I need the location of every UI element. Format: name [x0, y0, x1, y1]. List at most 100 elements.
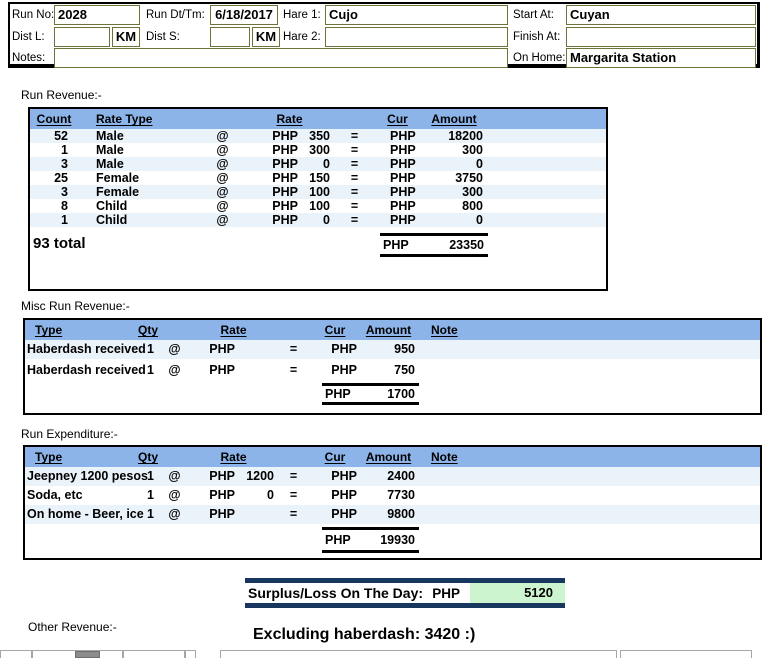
cell-count[interactable]: 25 — [30, 171, 78, 185]
cell-rate[interactable]: 0 — [237, 486, 277, 505]
cell-amount[interactable]: 2400 — [360, 467, 417, 486]
at-symbol: @ — [159, 340, 190, 359]
cell-cur[interactable]: PHP — [310, 359, 360, 381]
cell-rate-cur[interactable]: PHP — [190, 486, 237, 505]
hare1-field[interactable]: Cujo — [325, 5, 508, 25]
cell-qty[interactable]: 1 — [137, 486, 159, 505]
cell-rate-cur[interactable]: PHP — [190, 340, 237, 359]
cell-rate-type[interactable]: Male — [78, 129, 200, 143]
cell-rate[interactable]: 350 — [300, 129, 334, 143]
surplus-cur: PHP — [432, 586, 460, 601]
cell-count[interactable]: 3 — [30, 157, 78, 171]
surplus-label: Surplus/Loss On The Day: — [245, 585, 423, 601]
cell-rate-cur[interactable]: PHP — [245, 185, 300, 199]
cell-rate-cur[interactable]: PHP — [190, 467, 237, 486]
cell-amount[interactable]: 7730 — [360, 486, 417, 505]
dist-l-field[interactable] — [54, 27, 110, 47]
run-dt-field[interactable]: 6/18/2017 — [210, 5, 278, 25]
cell-count[interactable]: 1 — [30, 213, 78, 227]
total-amount[interactable]: 23350 — [449, 238, 484, 252]
cell-type[interactable]: Soda, etc — [25, 486, 137, 505]
cell-rate[interactable]: 150 — [300, 171, 334, 185]
dist-s-field[interactable] — [210, 27, 250, 47]
cell-count[interactable]: 3 — [30, 185, 78, 199]
cell-rate[interactable]: 100 — [300, 199, 334, 213]
cell-cur[interactable]: PHP — [310, 340, 360, 359]
cell-rate[interactable]: 0 — [300, 213, 334, 227]
cell-qty[interactable]: 1 — [137, 359, 159, 381]
at-symbol: @ — [200, 213, 245, 227]
cell-count[interactable]: 1 — [30, 143, 78, 157]
cell-amount[interactable]: 9800 — [360, 505, 417, 524]
cell-type[interactable]: Jeepney 1200 pesos — [25, 467, 137, 486]
cell-cur[interactable]: PHP — [375, 199, 420, 213]
surplus-amount[interactable]: 5120 — [470, 583, 565, 603]
cell-count[interactable]: 52 — [30, 129, 78, 143]
cell-rate-type[interactable]: Female — [78, 185, 200, 199]
cell-amount[interactable]: 0 — [420, 157, 488, 171]
cell-rate-cur[interactable]: PHP — [245, 143, 300, 157]
cell-rate-cur[interactable]: PHP — [245, 213, 300, 227]
cell-amount[interactable]: 800 — [420, 199, 488, 213]
km-unit-1: KM — [112, 27, 140, 47]
cell-rate[interactable]: 100 — [300, 185, 334, 199]
cell-rate-cur[interactable]: PHP — [245, 157, 300, 171]
cell-amount[interactable]: 750 — [360, 359, 417, 381]
misc-revenue-grand-total: PHP 1700 — [322, 383, 419, 405]
cell-cur[interactable]: PHP — [375, 143, 420, 157]
cell-cur[interactable]: PHP — [375, 185, 420, 199]
cell-amount[interactable]: 950 — [360, 340, 417, 359]
cell-amount[interactable]: 300 — [420, 185, 488, 199]
run-no-field[interactable]: 2028 — [54, 5, 140, 25]
hare2-field[interactable] — [325, 27, 508, 47]
cell-rate-cur[interactable]: PHP — [190, 505, 237, 524]
cell-rate[interactable]: 300 — [300, 143, 334, 157]
cell-rate-cur[interactable]: PHP — [245, 199, 300, 213]
cell-rate-cur[interactable]: PHP — [245, 129, 300, 143]
cell-cur[interactable]: PHP — [375, 213, 420, 227]
finish-at-field[interactable] — [566, 27, 756, 47]
total-amount[interactable]: 19930 — [380, 533, 415, 547]
cell-cur[interactable]: PHP — [310, 467, 360, 486]
notes-field[interactable] — [54, 48, 508, 68]
cell-qty[interactable]: 1 — [137, 505, 159, 524]
grid-cell[interactable] — [220, 650, 617, 658]
start-at-field[interactable]: Cuyan — [566, 5, 756, 25]
cell-rate-cur[interactable]: PHP — [245, 171, 300, 185]
cell-amount[interactable]: 3750 — [420, 171, 488, 185]
cell-cur[interactable]: PHP — [375, 129, 420, 143]
cell-cur[interactable]: PHP — [310, 486, 360, 505]
cell-rate-cur[interactable]: PHP — [190, 359, 237, 381]
cell-qty[interactable]: 1 — [137, 467, 159, 486]
cell-cur[interactable]: PHP — [310, 505, 360, 524]
cell-amount[interactable]: 18200 — [420, 129, 488, 143]
cell-cur[interactable]: PHP — [375, 171, 420, 185]
cell-rate[interactable]: 1200 — [237, 467, 277, 486]
cell-qty[interactable]: 1 — [137, 340, 159, 359]
cell-rate-type[interactable]: Child — [78, 199, 200, 213]
cell-rate-type[interactable]: Male — [78, 157, 200, 171]
grid-cell-filled[interactable] — [75, 651, 100, 658]
cell-type[interactable]: On home - Beer, ice — [25, 505, 137, 524]
grid-cell[interactable] — [0, 650, 32, 658]
cell-rate-type[interactable]: Male — [78, 143, 200, 157]
on-home-field[interactable]: Margarita Station — [566, 48, 756, 68]
grid-cell[interactable] — [620, 650, 752, 658]
cell-rate[interactable]: 0 — [300, 157, 334, 171]
grid-cell[interactable] — [185, 650, 196, 658]
col-header-cur: Cur — [375, 109, 420, 129]
cell-amount[interactable]: 300 — [420, 143, 488, 157]
at-symbol: @ — [200, 199, 245, 213]
haberdash-footnote: Excluding haberdash: 3420 :) — [253, 626, 475, 644]
cell-rate-type[interactable]: Female — [78, 171, 200, 185]
cell-rate-type[interactable]: Child — [78, 213, 200, 227]
grid-cell[interactable] — [123, 650, 185, 658]
cell-cur[interactable]: PHP — [375, 157, 420, 171]
equals-symbol: = — [334, 171, 375, 185]
cell-amount[interactable]: 0 — [420, 213, 488, 227]
expenditure-header-row: Type Qty Rate Cur Amount Note — [25, 447, 760, 467]
cell-type[interactable]: Haberdash received — [25, 359, 137, 381]
cell-type[interactable]: Haberdash received — [25, 340, 137, 359]
cell-count[interactable]: 8 — [30, 199, 78, 213]
total-amount[interactable]: 1700 — [387, 387, 415, 401]
